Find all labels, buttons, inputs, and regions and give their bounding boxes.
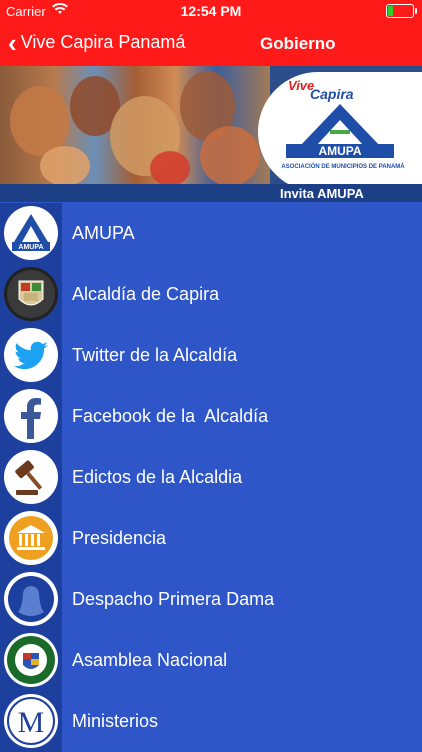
asamblea-seal-icon [4, 633, 58, 687]
woman-silhouette-icon [4, 572, 58, 626]
list-item-label: Edictos de la Alcaldia [72, 467, 243, 487]
list-item-asamblea[interactable]: Asamblea Nacional [0, 630, 422, 691]
logo-capira-text: Capira [310, 86, 354, 102]
amupa-logo-icon: AMUPA [286, 104, 394, 158]
twitter-bird-icon [4, 328, 58, 382]
logo-association-text: ASOCIACIÓN DE MUNICIPIOS DE PANAMÁ [281, 164, 405, 170]
government-list: AMUPA AMUPA Alcaldía de Capira Twitter d… [0, 203, 422, 752]
list-item-label: Alcaldía de Capira [72, 284, 220, 304]
chevron-left-icon: ‹ [8, 27, 17, 58]
svg-text:AMUPA: AMUPA [318, 144, 361, 158]
status-bar: Carrier 12:54 PM [0, 0, 422, 22]
capira-seal-icon [4, 267, 58, 321]
list-item-twitter[interactable]: Twitter de la Alcaldía [0, 325, 422, 386]
list-item-label: Despacho Primera Dama [72, 589, 275, 609]
battery-icon [386, 4, 417, 18]
gavel-icon [4, 450, 58, 504]
header-banner: Vive Capira AMUPA ASOCIACIÓN DE MUNICIPI… [0, 66, 422, 202]
pottery-photo [0, 66, 270, 202]
list-item-label: Presidencia [72, 528, 167, 548]
list-item-alcaldia-capira[interactable]: Alcaldía de Capira [0, 264, 422, 325]
list-item-label: Ministerios [72, 711, 159, 731]
list-item-presidencia[interactable]: Presidencia [0, 508, 422, 569]
list-item-amupa[interactable]: AMUPA AMUPA [0, 203, 422, 264]
letter-m-icon: M [4, 694, 58, 748]
list-item-edictos[interactable]: Edictos de la Alcaldia [0, 447, 422, 508]
vive-capira-logo: Vive Capira AMUPA ASOCIACIÓN DE MUNICIPI… [258, 72, 422, 192]
navigation-bar: ‹ Vive Capira Panamá Gobierno [0, 22, 422, 66]
list-item-facebook[interactable]: Facebook de la Alcaldía [0, 386, 422, 447]
banner-invite-text: Invita AMUPA [280, 186, 364, 201]
list-item-label: Twitter de la Alcaldía [72, 345, 238, 365]
list-item-primera-dama[interactable]: Despacho Primera Dama [0, 569, 422, 630]
government-building-icon [4, 511, 58, 565]
list-item-ministerios[interactable]: M Ministerios [0, 691, 422, 752]
amupa-logo-icon: AMUPA [4, 206, 58, 260]
list-item-label: Asamblea Nacional [72, 650, 228, 670]
svg-text:M: M [18, 706, 45, 739]
page-title: Gobierno [260, 34, 336, 53]
svg-text:AMUPA: AMUPA [18, 244, 43, 251]
list-item-label: AMUPA [72, 223, 135, 243]
clock: 12:54 PM [180, 3, 242, 19]
back-label: Vive Capira Panamá [20, 32, 186, 52]
facebook-f-icon [4, 389, 58, 443]
list-item-label: Facebook de la Alcaldía [72, 406, 269, 426]
back-button[interactable]: ‹ Vive Capira Panamá [8, 27, 186, 58]
